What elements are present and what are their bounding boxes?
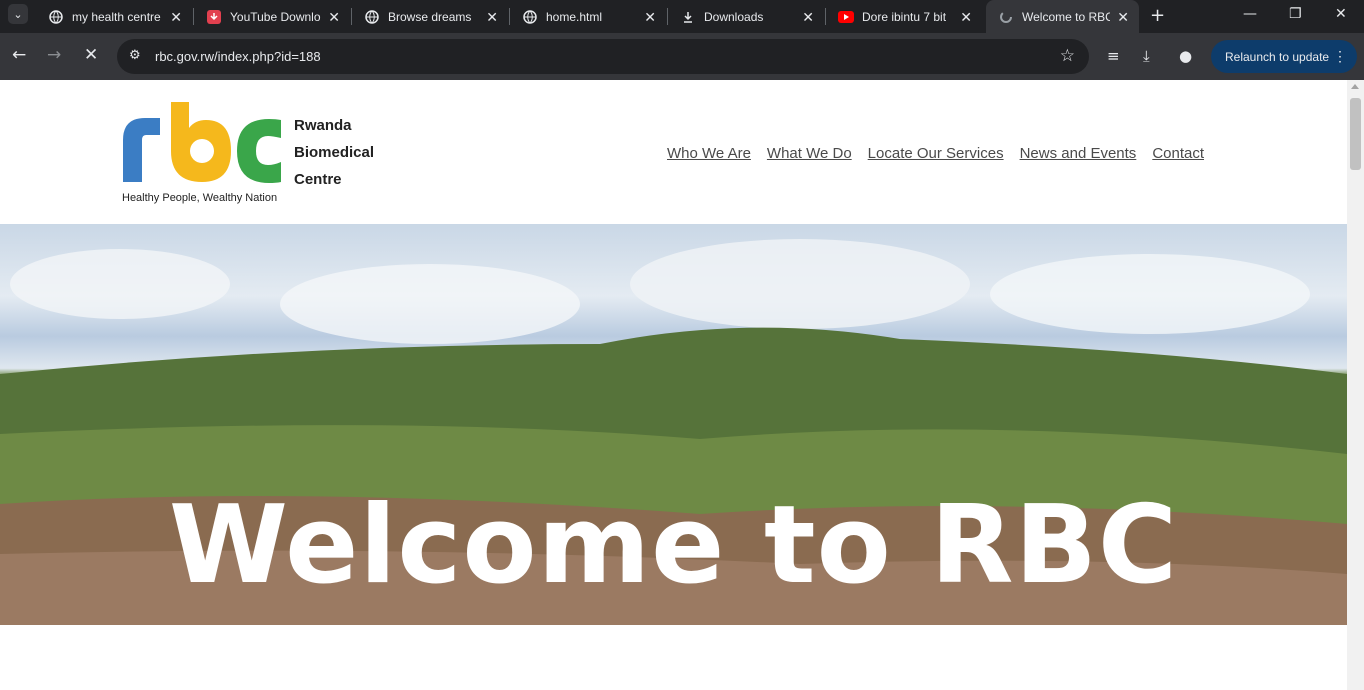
forward-icon[interactable]: →: [47, 45, 61, 65]
page-scrollbar[interactable]: [1347, 80, 1364, 690]
tab-strip: ⌄ my health centre ✕ YouTube Downlo ✕ Br…: [0, 0, 1364, 33]
globe-icon: [522, 9, 538, 25]
url-text[interactable]: rbc.gov.rw/index.php?id=188: [155, 49, 321, 64]
tab-youtube-downloader[interactable]: YouTube Downlo ✕: [194, 0, 350, 33]
nav-contact[interactable]: Contact: [1152, 145, 1204, 162]
tab-title: Downloads: [704, 9, 764, 24]
minimize-icon[interactable]: —: [1243, 6, 1257, 22]
org-name-line: Biomedical: [294, 144, 375, 161]
address-bar[interactable]: ⚙ rbc.gov.rw/index.php?id=188 ☆: [117, 39, 1089, 74]
web-page: Rwanda Biomedical Centre Healthy People,…: [0, 80, 1347, 690]
nav-who-we-are[interactable]: Who We Are: [667, 145, 751, 162]
tab-welcome-rbc[interactable]: Welcome to RBC ✕: [986, 0, 1139, 33]
main-nav: Who We Are What We Do Locate Our Service…: [667, 145, 1204, 162]
tagline: Healthy People, Wealthy Nation: [122, 192, 278, 204]
globe-icon: [364, 9, 380, 25]
close-tab-icon[interactable]: ✕: [960, 9, 972, 26]
tab-title: home.html: [546, 9, 603, 24]
tab-downloads[interactable]: Downloads ✕: [668, 0, 824, 33]
restore-icon[interactable]: ❐: [1289, 6, 1302, 22]
rbc-logo[interactable]: [120, 100, 285, 190]
close-tab-icon[interactable]: ✕: [486, 9, 498, 26]
site-info-icon[interactable]: ⚙: [129, 48, 141, 63]
close-tab-icon[interactable]: ✕: [802, 9, 814, 26]
media-queue-icon[interactable]: ≡: [1107, 47, 1120, 65]
close-tab-icon[interactable]: ✕: [170, 9, 182, 26]
loading-icon: [998, 9, 1014, 25]
close-tab-icon[interactable]: ✕: [328, 9, 340, 26]
org-name: Rwanda Biomedical Centre: [294, 112, 374, 193]
nav-what-we-do[interactable]: What We Do: [767, 145, 852, 162]
org-name-line: Rwanda: [294, 117, 352, 134]
scrollbar-thumb[interactable]: [1350, 98, 1361, 170]
bookmark-star-icon[interactable]: ☆: [1060, 46, 1075, 66]
hero-banner: Welcome to RBC: [0, 224, 1347, 625]
close-window-icon[interactable]: ✕: [1335, 6, 1347, 22]
nav-locate-services[interactable]: Locate Our Services: [868, 145, 1004, 162]
org-name-line: Centre: [294, 171, 342, 188]
relaunch-label: Relaunch to update: [1225, 49, 1330, 64]
download-icon: [680, 9, 696, 25]
profile-icon[interactable]: ●: [1179, 47, 1192, 65]
close-tab-icon[interactable]: ✕: [644, 9, 656, 26]
tab-youtube-video[interactable]: Dore ibintu 7 bit ✕: [826, 0, 982, 33]
hero-title: Welcome to RBC: [168, 483, 1179, 608]
tab-title: my health centre: [72, 9, 161, 24]
close-tab-icon[interactable]: ✕: [1117, 9, 1129, 26]
new-tab-icon[interactable]: +: [1150, 5, 1165, 26]
youtube-icon: [838, 9, 854, 25]
tab-title: Welcome to RBC: [1022, 9, 1110, 24]
scroll-up-icon[interactable]: [1351, 84, 1359, 89]
download-app-icon: [206, 9, 222, 25]
tab-search-icon[interactable]: ⌄: [8, 4, 28, 24]
more-menu-icon[interactable]: ⋮: [1333, 48, 1347, 65]
tab-my-health-centre[interactable]: my health centre ✕: [36, 0, 192, 33]
browser-toolbar: ← → ✕ ⚙ rbc.gov.rw/index.php?id=188 ☆ ≡ …: [0, 33, 1364, 80]
stop-loading-icon[interactable]: ✕: [84, 45, 98, 65]
tab-title: Dore ibintu 7 bit: [862, 9, 947, 24]
tab-title: Browse dreams: [388, 9, 472, 24]
tab-browse-dreams[interactable]: Browse dreams ✕: [352, 0, 508, 33]
site-header: Rwanda Biomedical Centre Healthy People,…: [0, 80, 1347, 224]
relaunch-button[interactable]: Relaunch to update ⋮: [1211, 40, 1357, 73]
tab-home-html[interactable]: home.html ✕: [510, 0, 666, 33]
tab-title: YouTube Downlo: [230, 9, 321, 24]
downloads-icon[interactable]: ⤓: [1143, 47, 1150, 65]
back-icon[interactable]: ←: [12, 45, 26, 65]
nav-news-events[interactable]: News and Events: [1020, 145, 1137, 162]
globe-icon: [48, 9, 64, 25]
